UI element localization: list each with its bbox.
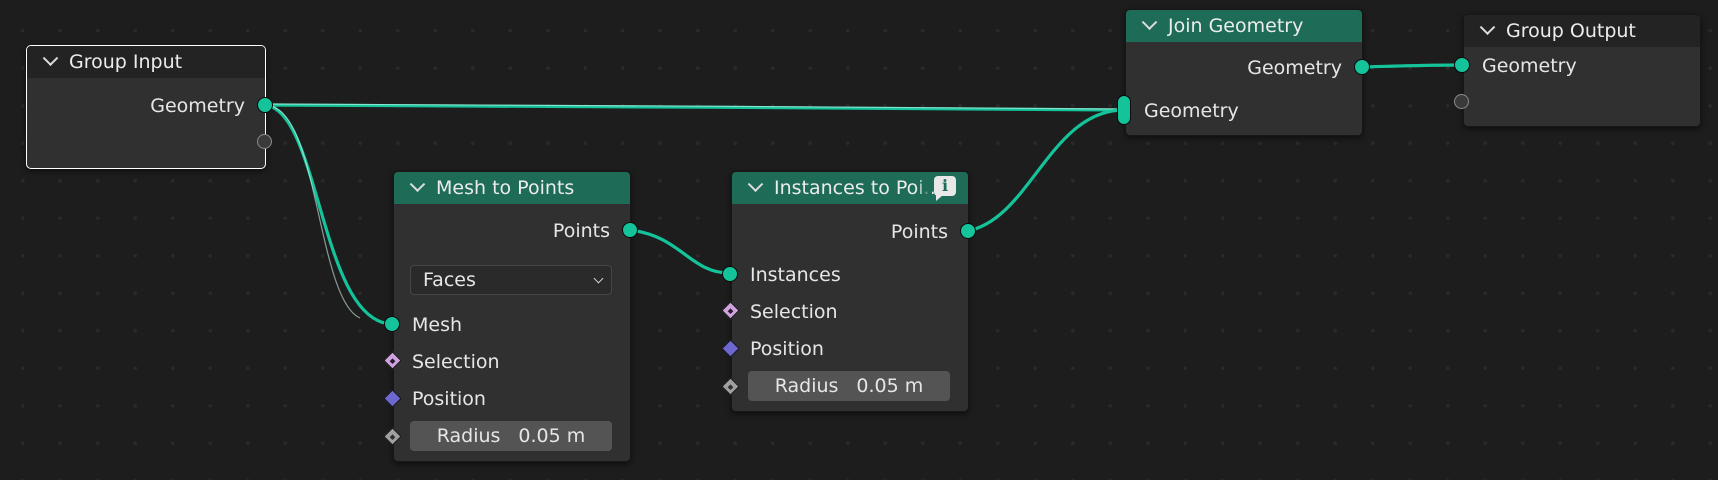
mode-dropdown[interactable]: Faces bbox=[410, 265, 612, 295]
geometry-output-socket[interactable] bbox=[1354, 59, 1370, 75]
input-label-geometry: Geometry bbox=[1144, 100, 1239, 122]
node-title: Mesh to Points bbox=[436, 177, 575, 199]
output-label-points: Points bbox=[552, 220, 610, 242]
chevron-down-icon[interactable] bbox=[747, 175, 764, 192]
input-label-selection: Selection bbox=[412, 351, 500, 373]
radius-label: Radius bbox=[436, 425, 501, 447]
points-output-socket[interactable] bbox=[622, 222, 638, 238]
group-output-node[interactable]: Group Output Geometry bbox=[1463, 14, 1701, 127]
geometry-output-socket[interactable] bbox=[257, 97, 273, 113]
radius-field[interactable]: Radius 0.05 m bbox=[748, 371, 950, 401]
node-header[interactable]: Mesh to Points bbox=[394, 172, 630, 204]
node-title: Group Input bbox=[69, 51, 183, 73]
geometry-input-socket[interactable] bbox=[1454, 57, 1470, 73]
node-title: Group Output bbox=[1506, 20, 1636, 42]
join-geometry-node[interactable]: Join Geometry Geometry Geometry bbox=[1125, 9, 1363, 136]
output-label-geometry: Geometry bbox=[1247, 57, 1342, 79]
chevron-down-icon[interactable] bbox=[1479, 18, 1496, 35]
mode-dropdown-value: Faces bbox=[423, 269, 476, 291]
input-label-geometry: Geometry bbox=[1482, 55, 1577, 77]
node-title: Join Geometry bbox=[1168, 15, 1304, 37]
radius-value: 0.05 m bbox=[518, 425, 586, 447]
chevron-down-icon[interactable] bbox=[1141, 13, 1158, 30]
node-header[interactable]: Join Geometry bbox=[1126, 10, 1362, 42]
mesh-to-points-node[interactable]: Mesh to Points Points Faces Mesh Selecti… bbox=[393, 171, 631, 462]
radius-value: 0.05 m bbox=[856, 375, 924, 397]
instances-to-points-node[interactable]: Instances to Poi... i Points Instances S… bbox=[731, 171, 969, 412]
output-label-geometry: Geometry bbox=[150, 95, 245, 117]
chevron-down-icon[interactable] bbox=[409, 175, 426, 192]
chevron-down-icon[interactable] bbox=[42, 49, 59, 66]
points-output-socket[interactable] bbox=[960, 223, 976, 239]
input-label-position: Position bbox=[412, 388, 486, 410]
group-input-node[interactable]: Group Input Geometry bbox=[26, 45, 266, 169]
mesh-input-socket[interactable] bbox=[384, 316, 400, 332]
instances-input-socket[interactable] bbox=[722, 266, 738, 282]
output-label-points: Points bbox=[890, 221, 948, 243]
input-label-instances: Instances bbox=[750, 264, 841, 286]
link-group-input-to-mesh[interactable] bbox=[264, 103, 392, 326]
chevron-down-icon bbox=[593, 273, 604, 284]
input-label-mesh: Mesh bbox=[412, 314, 463, 336]
link-join-to-output[interactable] bbox=[1360, 63, 1462, 69]
virtual-output-socket[interactable] bbox=[257, 134, 272, 149]
radius-label: Radius bbox=[774, 375, 839, 397]
node-editor-canvas[interactable]: Group Input Geometry Mesh to Points Poin… bbox=[0, 0, 1718, 480]
radius-field[interactable]: Radius 0.05 m bbox=[410, 421, 612, 451]
geometry-multi-input-socket[interactable] bbox=[1117, 95, 1131, 125]
node-header[interactable]: Group Output bbox=[1464, 15, 1700, 47]
node-header[interactable]: Group Input bbox=[27, 46, 265, 78]
node-header[interactable]: Instances to Poi... i bbox=[732, 172, 968, 204]
title-fade bbox=[916, 172, 932, 204]
virtual-input-socket[interactable] bbox=[1454, 94, 1469, 109]
link-mesh-points-to-instances[interactable] bbox=[628, 228, 730, 275]
input-label-position: Position bbox=[750, 338, 824, 360]
link-instances-points-to-join[interactable] bbox=[966, 108, 1125, 233]
info-icon[interactable]: i bbox=[934, 176, 956, 201]
input-label-selection: Selection bbox=[750, 301, 838, 323]
